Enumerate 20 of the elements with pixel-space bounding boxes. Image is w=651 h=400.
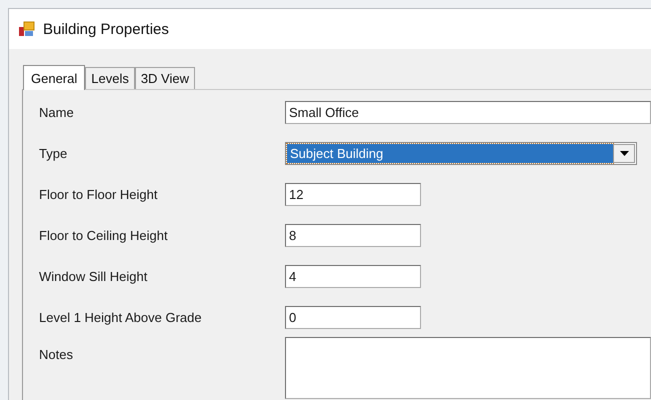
field-label: Window Sill Height — [39, 269, 148, 284]
notes-field[interactable] — [285, 337, 651, 399]
text-field[interactable]: Small Office — [285, 101, 651, 124]
field-label: Name — [39, 105, 75, 120]
text-field[interactable]: 12 — [285, 183, 421, 206]
field-label: Floor to Floor Height — [39, 187, 158, 202]
field-label: Level 1 Height Above Grade — [39, 310, 203, 325]
type-dropdown[interactable]: Subject Building — [285, 142, 637, 165]
window-title: Building Properties — [43, 20, 169, 38]
text-field[interactable]: 0 — [285, 306, 421, 329]
text-field[interactable]: 4 — [285, 265, 421, 288]
field-label: Notes — [39, 347, 74, 362]
tab[interactable]: Levels — [85, 67, 135, 89]
field-label: Floor to Ceiling Height — [39, 228, 169, 243]
caret-icon — [620, 151, 628, 156]
field-label: Type — [39, 146, 68, 161]
app-icon — [19, 21, 35, 37]
tab[interactable]: 3D View — [134, 67, 196, 89]
tab[interactable]: General — [23, 65, 86, 90]
text-field[interactable]: 8 — [285, 224, 421, 247]
